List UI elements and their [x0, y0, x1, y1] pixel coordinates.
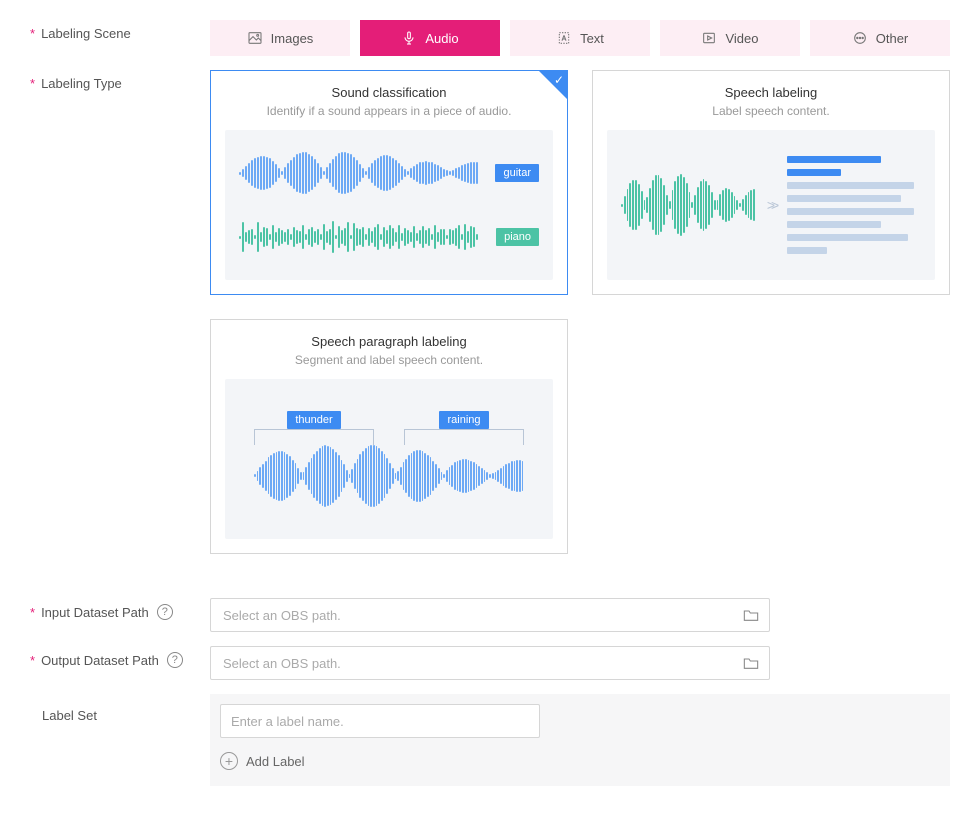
scene-tab-other-label: Other — [876, 31, 909, 46]
scene-tabs: Images Audio Text Video Other — [210, 20, 950, 56]
folder-icon[interactable] — [743, 608, 759, 622]
scene-tab-other[interactable]: Other — [810, 20, 950, 56]
video-icon — [701, 30, 717, 46]
required-marker: * — [30, 76, 35, 91]
add-label-button[interactable]: + Add Label — [220, 752, 940, 770]
label-name-input[interactable] — [220, 704, 540, 738]
required-marker: * — [30, 653, 35, 668]
output-dataset-path-input[interactable] — [221, 655, 743, 672]
output-dataset-path-field[interactable] — [210, 646, 770, 680]
waveform-icon — [239, 151, 485, 195]
scene-tab-audio-label: Audio — [425, 31, 458, 46]
scene-tab-images[interactable]: Images — [210, 20, 350, 56]
waveform-icon — [254, 445, 524, 507]
tag-guitar: guitar — [495, 164, 539, 182]
type-card-speech-labeling[interactable]: Speech labeling Label speech content. >> — [592, 70, 950, 295]
segment-bracket: raining — [404, 411, 524, 429]
type-title: Speech paragraph labeling — [225, 334, 553, 349]
help-icon[interactable]: ? — [157, 604, 173, 620]
tag-piano: piano — [496, 228, 539, 246]
input-dataset-path-text: Input Dataset Path — [41, 605, 149, 620]
segment-bracket: thunder — [254, 411, 374, 429]
label-set-text: Label Set — [42, 708, 97, 723]
labeling-type-grid: ✓ Sound classification Identify if a sou… — [210, 70, 950, 554]
sound-classification-viz: guitar piano — [225, 130, 553, 280]
scene-tab-audio[interactable]: Audio — [360, 20, 500, 56]
required-marker: * — [30, 605, 35, 620]
scene-tab-video[interactable]: Video — [660, 20, 800, 56]
help-icon[interactable]: ? — [167, 652, 183, 668]
tag-thunder: thunder — [287, 411, 340, 429]
tag-raining: raining — [439, 411, 488, 429]
type-title: Sound classification — [225, 85, 553, 100]
output-dataset-path-label: * Output Dataset Path ? — [30, 646, 210, 668]
scene-tab-images-label: Images — [271, 31, 314, 46]
labeling-scene-label: * Labeling Scene — [30, 20, 210, 41]
type-desc: Segment and label speech content. — [225, 353, 553, 367]
images-icon — [247, 30, 263, 46]
labeling-type-text: Labeling Type — [41, 76, 122, 91]
speech-paragraph-viz: thunder raining — [225, 379, 553, 539]
labeling-scene-text: Labeling Scene — [41, 26, 131, 41]
labeling-type-label: * Labeling Type — [30, 70, 210, 91]
folder-icon[interactable] — [743, 656, 759, 670]
plus-circle-icon: + — [220, 752, 238, 770]
scene-tab-text-label: Text — [580, 31, 604, 46]
type-card-speech-paragraph[interactable]: Speech paragraph labeling Segment and la… — [210, 319, 568, 554]
input-dataset-path-field[interactable] — [210, 598, 770, 632]
input-dataset-path-label: * Input Dataset Path ? — [30, 598, 210, 620]
waveform-icon — [621, 170, 755, 240]
text-lines-icon — [787, 156, 921, 254]
arrow-icon: >> — [767, 197, 775, 213]
type-card-sound-classification[interactable]: ✓ Sound classification Identify if a sou… — [210, 70, 568, 295]
required-marker: * — [30, 26, 35, 41]
type-title: Speech labeling — [607, 85, 935, 100]
type-desc: Identify if a sound appears in a piece o… — [225, 104, 553, 118]
label-set-label: Label Set — [30, 694, 210, 723]
type-desc: Label speech content. — [607, 104, 935, 118]
check-icon: ✓ — [554, 73, 564, 87]
add-label-text: Add Label — [246, 754, 305, 769]
scene-tab-video-label: Video — [725, 31, 758, 46]
speech-labeling-viz: >> — [607, 130, 935, 280]
scene-tab-text[interactable]: Text — [510, 20, 650, 56]
audio-icon — [401, 30, 417, 46]
waveform-icon — [239, 215, 486, 259]
label-set-box: + Add Label — [210, 694, 950, 786]
output-dataset-path-text: Output Dataset Path — [41, 653, 159, 668]
other-icon — [852, 30, 868, 46]
text-icon — [556, 30, 572, 46]
input-dataset-path-input[interactable] — [221, 607, 743, 624]
